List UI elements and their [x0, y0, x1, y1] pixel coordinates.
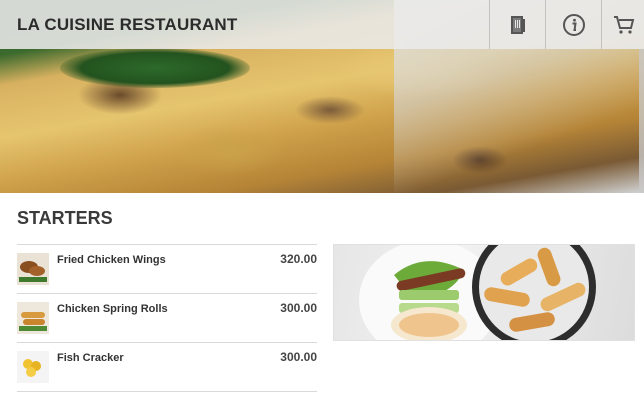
starters-list: Fried Chicken Wings 320.00 Chicken Sprin…: [17, 244, 317, 392]
dish-thumbnail: [17, 253, 49, 285]
item-name: Chicken Spring Rolls: [57, 303, 168, 315]
info-button[interactable]: [545, 0, 602, 49]
info-icon: [563, 13, 585, 36]
cart-button[interactable]: [601, 0, 644, 49]
top-bar: LA CUISINE RESTAURANT: [0, 0, 644, 49]
menu-button[interactable]: [489, 0, 546, 49]
item-price: 320.00: [280, 252, 317, 266]
item-name: Fish Cracker: [57, 352, 124, 364]
hero-herb-garnish: [60, 48, 250, 88]
menu-item-fried-chicken-wings[interactable]: Fried Chicken Wings 320.00: [17, 244, 317, 293]
menu-item-fish-cracker[interactable]: Fish Cracker 300.00: [17, 342, 317, 392]
menu-book-icon: [511, 15, 525, 34]
item-price: 300.00: [280, 301, 317, 315]
menu-item-chicken-spring-rolls[interactable]: Chicken Spring Rolls 300.00: [17, 293, 317, 342]
spring-rolls-photo: [359, 245, 596, 340]
dish-thumbnail: [17, 302, 49, 334]
starters-feature-image: [333, 244, 635, 341]
dish-thumbnail: [17, 351, 49, 383]
item-name: Fried Chicken Wings: [57, 254, 166, 266]
section-title-starters: STARTERS: [17, 208, 113, 228]
restaurant-name: LA CUISINE RESTAURANT: [17, 15, 238, 34]
item-price: 300.00: [280, 350, 317, 364]
cart-icon: [613, 15, 634, 34]
scrollbar[interactable]: [639, 49, 644, 193]
